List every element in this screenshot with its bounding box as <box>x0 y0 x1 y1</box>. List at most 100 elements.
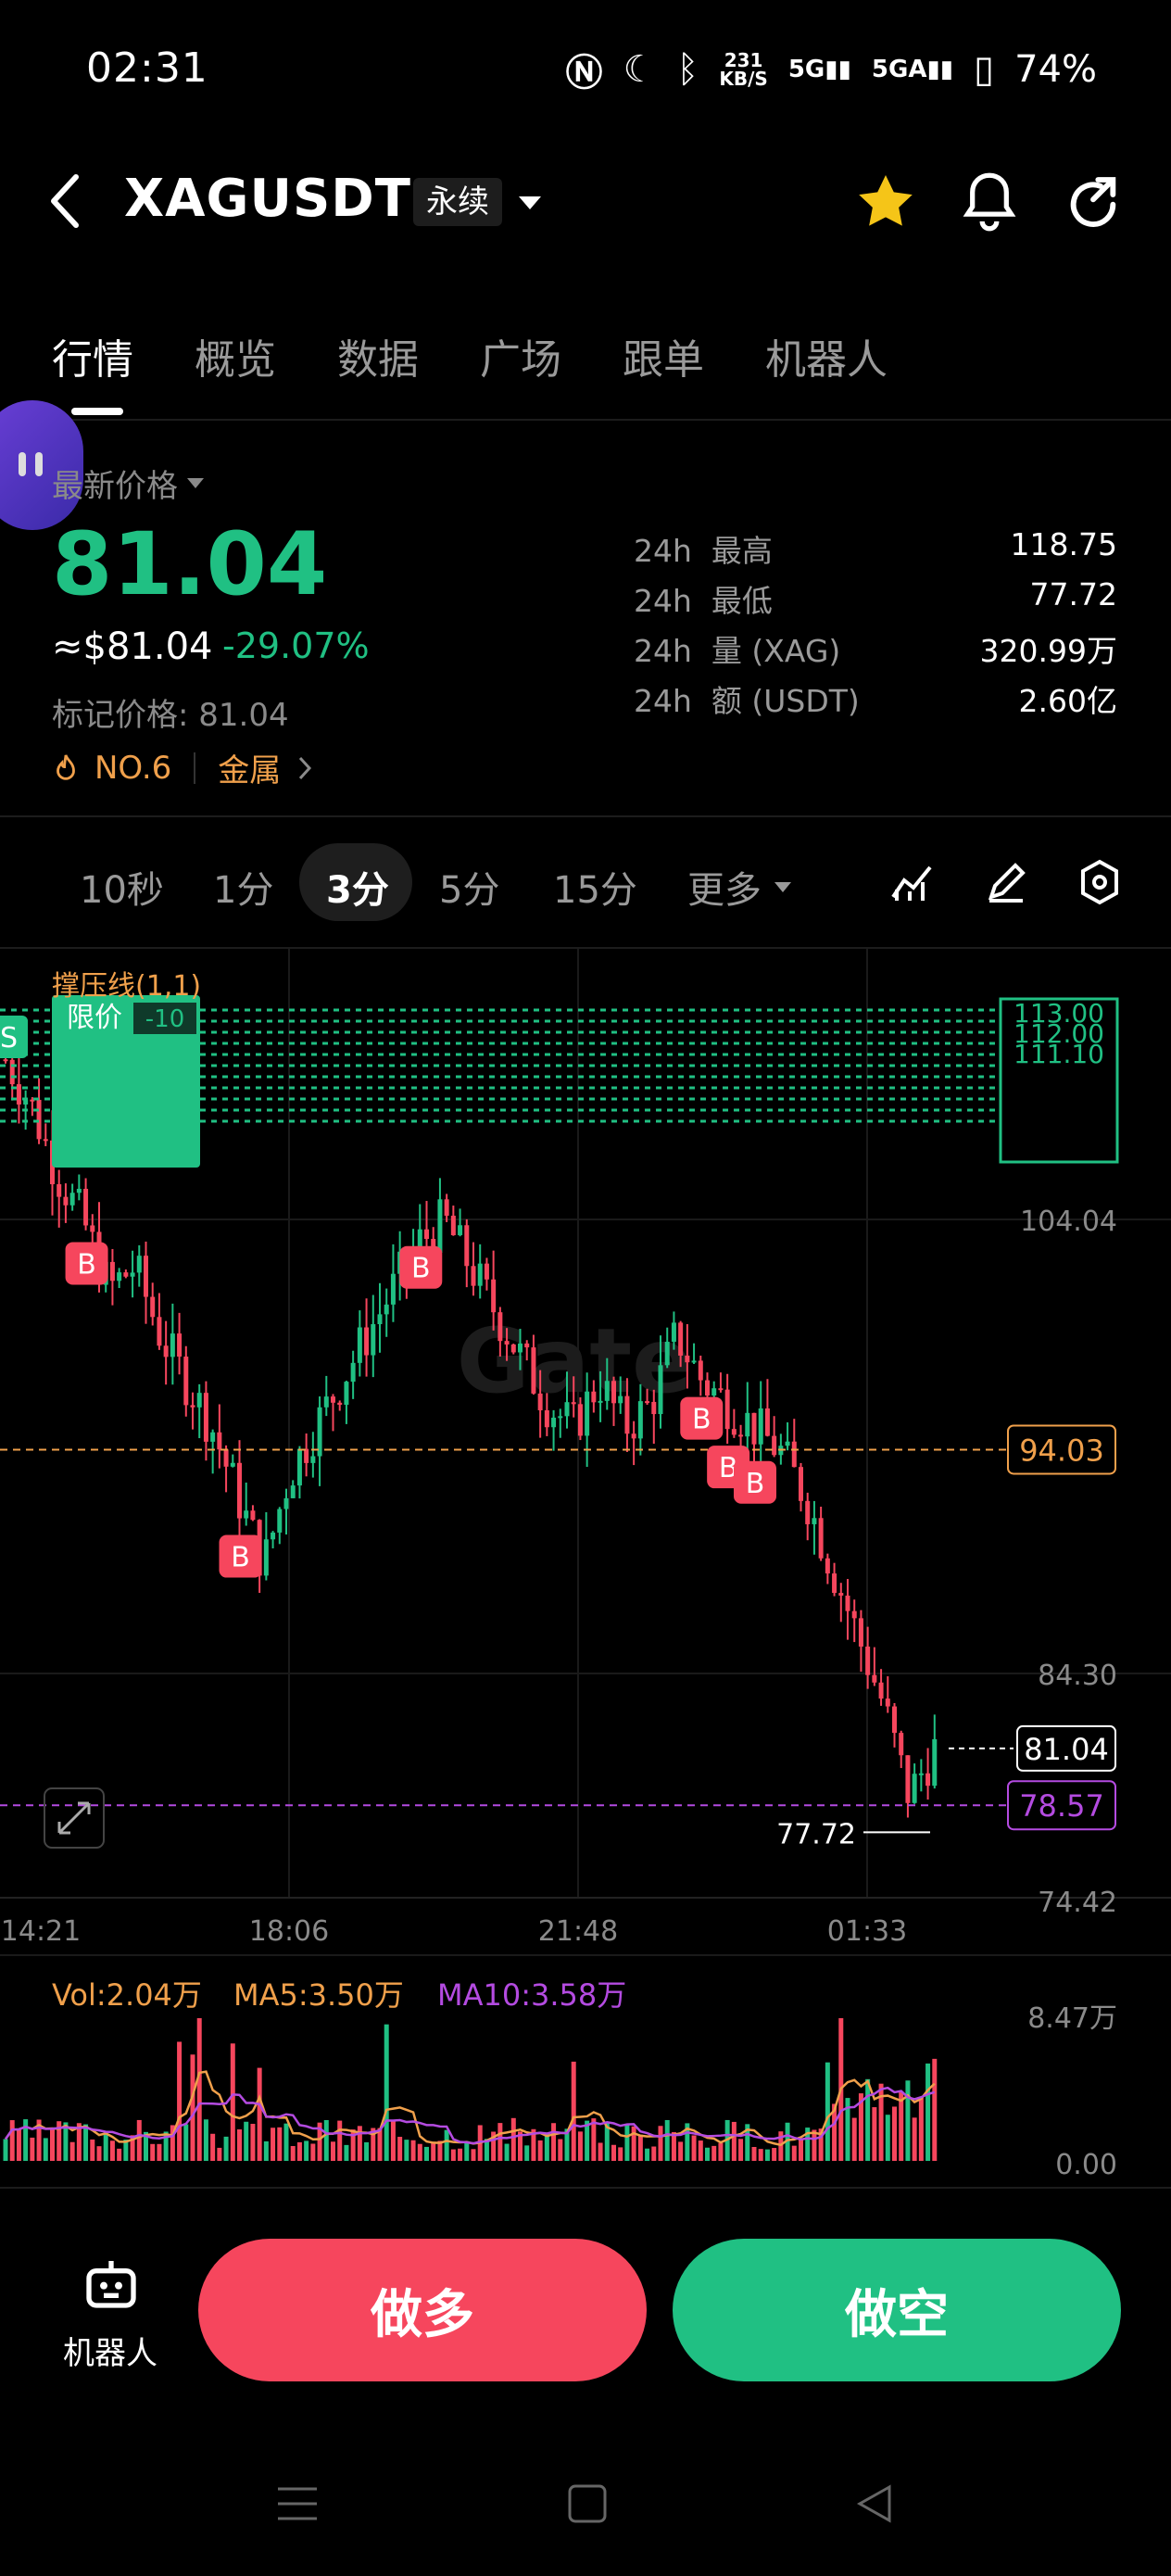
interval-more[interactable]: 更多 <box>687 860 791 914</box>
back-icon[interactable] <box>46 171 83 231</box>
candle-body <box>885 1698 890 1707</box>
tab-copy-trading[interactable]: 跟单 <box>623 326 704 385</box>
tab-square[interactable]: 广场 <box>480 326 561 385</box>
volume-bar <box>50 2127 55 2161</box>
volume-bar <box>524 2145 530 2161</box>
candle-body <box>9 1059 15 1085</box>
volume-bar <box>263 2140 269 2161</box>
volume-bar <box>464 2140 470 2161</box>
volume-bar <box>544 2133 549 2161</box>
interval-10s[interactable]: 10秒 <box>80 860 164 914</box>
volume-bar <box>109 2140 115 2161</box>
candle-body <box>90 1225 95 1232</box>
x-tick-label: 21:48 <box>538 1915 618 1948</box>
limit-chip-label: 限价 <box>67 1002 122 1034</box>
candle-body <box>3 1059 8 1062</box>
volume-label: Vol:2.04万 <box>52 1977 202 2013</box>
volume-bar <box>250 2124 256 2161</box>
robot-icon[interactable] <box>82 2254 141 2313</box>
candle-body <box>250 1510 256 1521</box>
interval-1m[interactable]: 1分 <box>213 860 273 914</box>
volume-bar <box>323 2119 329 2161</box>
interval-3m[interactable]: 3分 <box>326 860 389 914</box>
long-button[interactable]: 做多 <box>198 2239 647 2381</box>
mark-price: 标记价格: 81.04 <box>52 697 289 734</box>
battery-level: 74% <box>1014 48 1097 91</box>
interval-5m[interactable]: 5分 <box>439 860 499 914</box>
tab-bots[interactable]: 机器人 <box>765 326 888 385</box>
buy-marker-label: B <box>746 1468 765 1500</box>
candle-body <box>43 1139 48 1142</box>
robot-label[interactable]: 机器人 <box>63 2328 157 2373</box>
candle-body <box>799 1467 803 1501</box>
volume-bar <box>691 2135 697 2161</box>
menu-icon[interactable] <box>276 2483 319 2524</box>
candle-body <box>838 1593 844 1596</box>
x-tick-label: 14:21 <box>1 1915 81 1948</box>
star-icon[interactable] <box>856 172 915 230</box>
divider <box>194 751 196 784</box>
expand-arrow <box>57 1801 91 1835</box>
volume-bar <box>618 2147 623 2161</box>
volume-bar <box>257 2067 262 2161</box>
contract-type-chip[interactable]: 永续 <box>413 178 502 226</box>
last-price: 81.04 <box>52 514 328 615</box>
volume-bar <box>310 2143 316 2161</box>
volume-bar <box>304 2140 309 2161</box>
candle-body <box>196 1393 202 1408</box>
pencil-icon[interactable] <box>984 860 1028 904</box>
candle-body <box>818 1518 824 1559</box>
share-icon[interactable] <box>1064 172 1123 232</box>
tab-overview[interactable]: 概览 <box>195 326 276 385</box>
back-nav-icon[interactable] <box>854 2483 895 2524</box>
candle-body <box>905 1755 911 1803</box>
candle-body <box>150 1296 156 1318</box>
candle-body <box>724 1389 730 1430</box>
candle-body <box>237 1462 242 1519</box>
candle-body <box>544 1410 549 1428</box>
signal-5ga: 5GA▮▮ <box>871 56 954 83</box>
stat-low-label: 24h 最低 <box>634 583 773 619</box>
short-button[interactable]: 做空 <box>673 2239 1121 2381</box>
candle-body <box>658 1365 663 1415</box>
divider <box>0 2187 1171 2189</box>
volume-bar <box>637 2134 643 2161</box>
candle-body <box>865 1646 871 1675</box>
interval-15m[interactable]: 15分 <box>553 860 637 914</box>
candle-body <box>136 1256 142 1273</box>
volume-bar <box>537 2140 543 2161</box>
y-tick-label: 74.42 <box>1038 1887 1117 1919</box>
candle-body <box>304 1448 309 1463</box>
volume-bar <box>631 2126 636 2161</box>
volume-bar <box>444 2129 449 2161</box>
candle-body <box>564 1402 570 1417</box>
volume-bar <box>290 2145 296 2161</box>
settings-hex-icon[interactable] <box>1077 858 1123 906</box>
x-tick-label: 18:06 <box>249 1915 329 1948</box>
candle-body <box>805 1500 811 1524</box>
candle-body <box>631 1433 636 1439</box>
volume-bar <box>872 2107 877 2161</box>
latest-price-label[interactable]: 最新价格 <box>52 461 204 506</box>
pair-title[interactable]: XAGUSDT <box>124 169 411 229</box>
candle-body <box>471 1266 476 1286</box>
candle-body <box>364 1327 370 1356</box>
net-speed: 231 KB/S <box>719 49 768 90</box>
chevron-down-icon <box>187 478 204 488</box>
candle-body <box>36 1099 42 1140</box>
volume-bar <box>577 2131 583 2161</box>
volume-bar <box>624 2125 630 2161</box>
rank-row[interactable]: NO.6 金属 <box>52 745 312 790</box>
volume-bar <box>384 2024 389 2161</box>
bell-icon[interactable] <box>960 170 1019 234</box>
tab-data[interactable]: 数据 <box>337 326 419 385</box>
volume-bar <box>825 2062 830 2161</box>
stat-high-value: 118.75 <box>1010 526 1117 562</box>
ma10-label: MA10:3.58万 <box>437 1977 627 2013</box>
indicator-icon[interactable] <box>889 860 934 904</box>
home-icon[interactable] <box>567 2483 608 2524</box>
candle-body <box>458 1225 463 1235</box>
chevron-down-icon[interactable] <box>519 196 541 209</box>
volume-bar <box>892 2106 897 2161</box>
tab-market[interactable]: 行情 <box>52 326 133 385</box>
